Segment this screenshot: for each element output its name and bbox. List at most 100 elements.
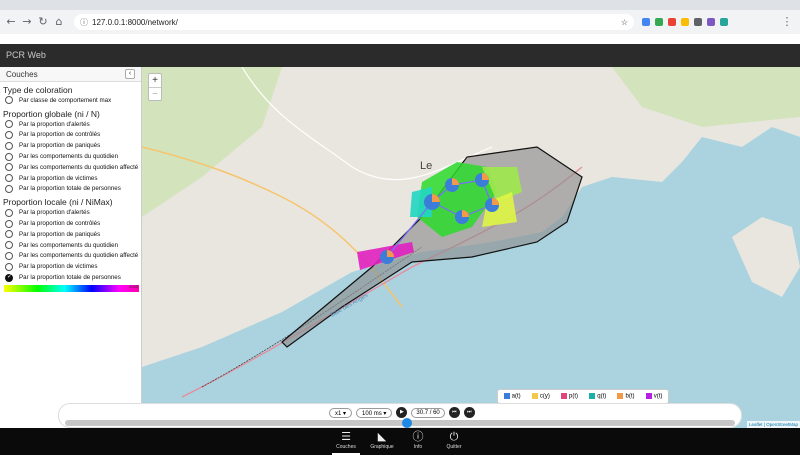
legend-item[interactable]: v(t) — [645, 393, 663, 400]
url-text: 127.0.0.1:8000/network/ — [92, 17, 178, 27]
timeline-track[interactable] — [65, 418, 735, 428]
coloring-option[interactable]: Par la proportion de contrôlés — [0, 130, 141, 141]
section-title: Type de coloration — [3, 85, 73, 95]
coloring-option[interactable]: Par les comportements du quotidien — [0, 151, 141, 162]
browser-menu-icon[interactable]: ⋮ — [780, 15, 794, 29]
node-pie[interactable] — [424, 194, 440, 210]
coloring-option[interactable]: Par la proportion de victimes — [0, 261, 141, 272]
rewind-button[interactable]: ⏮ — [448, 407, 460, 418]
bottom-nav: ☰ Couches ◣ Graphique ⓘ Info ⏻ Quitter — [0, 428, 800, 455]
back-icon[interactable]: ← — [4, 15, 18, 29]
info-icon: ⓘ — [412, 430, 424, 443]
info-icon[interactable]: ⓘ — [80, 17, 88, 28]
coloring-option[interactable]: Par les comportements du quotidien affec… — [0, 162, 141, 173]
radio-button[interactable] — [5, 219, 13, 228]
nav-couches[interactable]: ☰ Couches — [332, 428, 360, 455]
radio-button[interactable] — [5, 273, 13, 282]
zoom-out-button[interactable]: − — [149, 87, 161, 100]
coloring-option[interactable]: Par la proportion totale de personnes — [0, 272, 141, 283]
radio-button[interactable] — [5, 174, 13, 183]
option-label: Par la proportion totale de personnes — [19, 185, 121, 193]
interval-value: 100 ms — [362, 410, 382, 417]
option-label: Par les comportements du quotidien — [19, 153, 119, 161]
extension-icon[interactable] — [655, 18, 663, 26]
collapse-sidebar-button[interactable]: ‹ — [125, 69, 135, 79]
legend-label: v(t) — [653, 393, 663, 400]
option-label: Par la proportion d'alertés — [19, 209, 90, 217]
node-pie[interactable] — [445, 178, 459, 192]
series-legend: a(t) c(y) p(t) q(t) b(t) v(t) — [497, 389, 669, 404]
reload-icon[interactable]: ↻ — [36, 15, 50, 29]
forward-icon[interactable]: → — [20, 15, 34, 29]
legend-swatch — [617, 393, 624, 400]
node-pie[interactable] — [380, 250, 394, 264]
radio-button[interactable] — [5, 141, 13, 150]
radio-button[interactable] — [5, 96, 13, 105]
node-pie[interactable] — [475, 173, 489, 187]
node-pie[interactable] — [485, 198, 499, 212]
extension-icon[interactable] — [694, 18, 702, 26]
coloring-option[interactable]: Par la proportion de paniqués — [0, 140, 141, 151]
radio-button[interactable] — [5, 184, 13, 193]
coloring-option[interactable]: Par les comportements du quotidien — [0, 240, 141, 251]
legend-label: b(t) — [625, 393, 635, 400]
extension-icons — [642, 18, 728, 26]
legend-label: c(y) — [539, 393, 550, 400]
node-pie[interactable] — [455, 210, 469, 224]
coloring-option[interactable]: Par la proportion de victimes — [0, 173, 141, 184]
nav-info[interactable]: ⓘ Info — [404, 428, 432, 455]
option-label: Par les comportements du quotidien affec… — [19, 252, 139, 260]
legend-item[interactable]: p(t) — [561, 393, 578, 400]
radio-button[interactable] — [5, 130, 13, 139]
radio-button[interactable] — [5, 163, 13, 172]
star-icon[interactable]: ☆ — [621, 18, 628, 27]
layers-icon: ☰ — [341, 430, 351, 443]
timeline-thumb[interactable] — [401, 418, 412, 428]
radio-button[interactable] — [5, 120, 13, 129]
speed-select[interactable]: x1 ▾ — [329, 407, 353, 418]
coloring-option[interactable]: Par la proportion de contrôlés — [0, 218, 141, 229]
home-icon[interactable]: ⌂ — [52, 15, 66, 29]
coloring-option[interactable]: Par la proportion totale de personnes — [0, 184, 141, 195]
extension-icon[interactable] — [720, 18, 728, 26]
extension-icon[interactable] — [642, 18, 650, 26]
legend-item[interactable]: q(t) — [589, 393, 606, 400]
map-attribution[interactable]: Leaflet | OpenStreetMap — [747, 421, 800, 428]
option-label: Par les comportements du quotidien affec… — [19, 163, 139, 171]
coloring-option[interactable]: Par la proportion de paniqués — [0, 229, 141, 240]
zoom-control: + − — [148, 73, 162, 101]
legend-item[interactable]: a(t) — [503, 393, 521, 400]
option-label: Par la proportion totale de personnes — [19, 274, 121, 282]
radio-button[interactable] — [5, 251, 13, 260]
option-label: Par la proportion de victimes — [19, 263, 98, 271]
legend-swatch — [561, 393, 568, 400]
extension-icon[interactable] — [707, 18, 715, 26]
layers-sidebar: Couches ‹ Type de coloration Par classe d… — [0, 67, 142, 428]
legend-item[interactable]: b(t) — [617, 393, 634, 400]
extension-icon[interactable] — [681, 18, 689, 26]
fast-forward-button[interactable]: ⏭ — [463, 407, 475, 418]
radio-button[interactable] — [5, 152, 13, 161]
option-label: Par classe de comportement max — [19, 96, 112, 104]
map-canvas[interactable]: Le Baie des Anges — [142, 67, 800, 428]
coloring-option[interactable]: Par la proportion d'alertés — [0, 207, 141, 218]
nav-quitter[interactable]: ⏻ Quitter — [440, 428, 468, 455]
address-bar[interactable]: ⓘ 127.0.0.1:8000/network/ ☆ — [74, 14, 634, 30]
radio-button[interactable] — [5, 230, 13, 239]
map-view[interactable]: Le Baie des Anges + − a(t) c(y) p(t) q(t) b(… — [142, 67, 800, 428]
extension-icon[interactable] — [668, 18, 676, 26]
coloring-option[interactable]: Par classe de comportement max — [0, 95, 141, 106]
nav-label: Couches — [336, 444, 356, 450]
radio-button[interactable] — [5, 262, 13, 271]
zoom-in-button[interactable]: + — [149, 74, 161, 87]
radio-button[interactable] — [5, 241, 13, 250]
coloring-option[interactable]: Par la proportion d'alertés — [0, 119, 141, 130]
legend-item[interactable]: c(y) — [531, 393, 550, 400]
play-button[interactable]: ▶ — [396, 407, 408, 418]
page-top-spacer — [0, 34, 800, 44]
interval-select[interactable]: 100 ms ▾ — [356, 407, 393, 418]
coloring-option[interactable]: Par les comportements du quotidien affec… — [0, 251, 141, 262]
nav-graphique[interactable]: ◣ Graphique — [368, 428, 396, 455]
radio-button[interactable] — [5, 208, 13, 217]
playback-controls: x1 ▾ 100 ms ▾ ▶ 30.7 / 60 ⏮ ⏭ — [329, 407, 475, 418]
